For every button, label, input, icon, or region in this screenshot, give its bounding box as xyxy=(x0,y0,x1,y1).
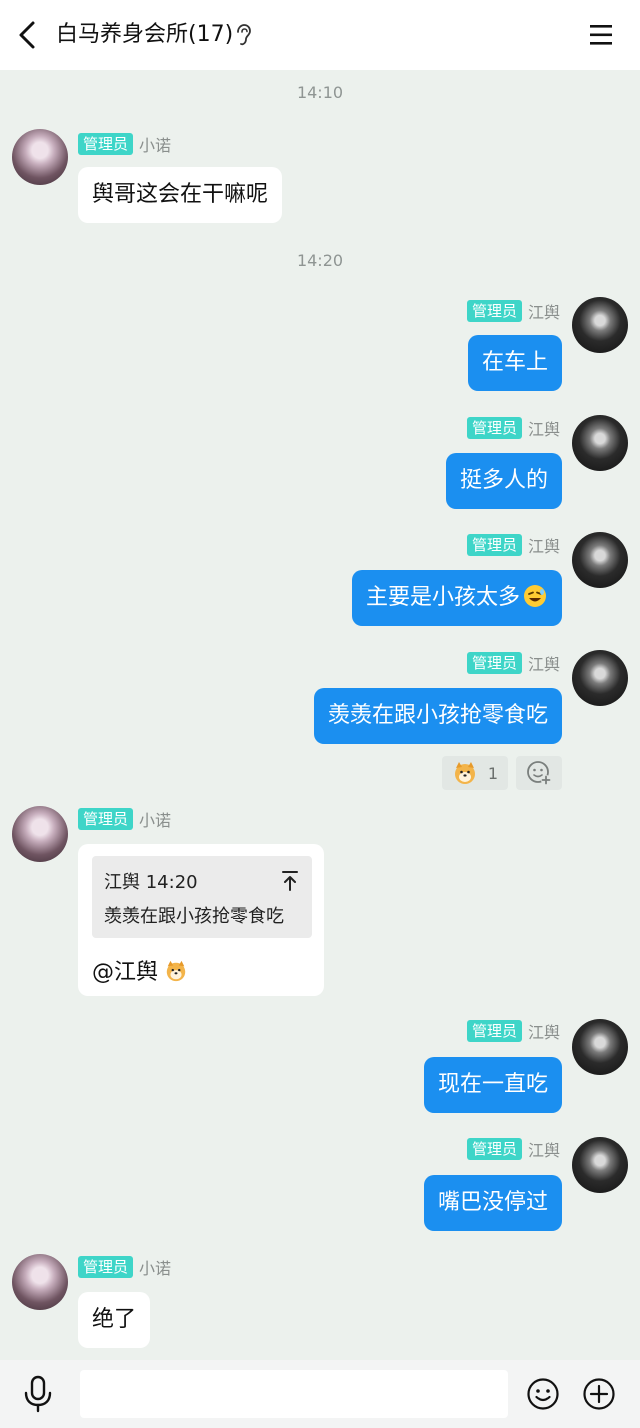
menu-icon[interactable] xyxy=(584,20,618,50)
message-bubble[interactable]: 舆哥这会在干嘛呢 xyxy=(78,167,283,223)
sender-name[interactable]: 江舆 xyxy=(528,1019,560,1043)
admin-badge: 管理员 xyxy=(466,652,522,674)
input-bar xyxy=(0,1360,640,1428)
avatar[interactable] xyxy=(572,650,628,706)
reaction-chip[interactable]: 1 xyxy=(441,756,508,790)
sender-info: 管理员 江舆 xyxy=(466,1137,560,1161)
sender-info: 管理员 小诺 xyxy=(78,807,171,831)
avatar[interactable] xyxy=(12,1254,68,1310)
avatar[interactable] xyxy=(572,1137,628,1193)
plus-icon[interactable] xyxy=(582,1377,616,1411)
sender-name[interactable]: 小诺 xyxy=(139,807,171,831)
sender-name[interactable]: 小诺 xyxy=(139,1255,171,1279)
microphone-icon[interactable] xyxy=(20,1374,56,1414)
message-bubble[interactable]: 在车上 xyxy=(467,335,562,391)
admin-badge: 管理员 xyxy=(78,1256,134,1278)
ear-icon xyxy=(237,24,251,46)
mention-text: @江舆 xyxy=(92,960,159,985)
chat-header: 白马养身会所(17) xyxy=(0,0,640,70)
add-reaction-button[interactable] xyxy=(516,756,562,790)
jump-to-quote-icon[interactable] xyxy=(280,868,300,892)
chevron-left-icon xyxy=(19,21,35,49)
message-bubble[interactable]: 绝了 xyxy=(78,1292,151,1348)
message-bubble[interactable]: 挺多人的 xyxy=(445,453,562,509)
sender-name[interactable]: 江舆 xyxy=(528,299,560,323)
admin-badge: 管理员 xyxy=(466,1020,522,1042)
avatar[interactable] xyxy=(572,532,628,588)
admin-badge: 管理员 xyxy=(466,1138,522,1160)
quote-text: 羡羡在跟小孩抢零食吃 xyxy=(104,906,284,927)
sender-name[interactable]: 江舆 xyxy=(528,651,560,675)
admin-badge: 管理员 xyxy=(78,808,134,830)
emoji-icon[interactable] xyxy=(526,1377,560,1411)
message-bubble[interactable]: 嘴巴没停过 xyxy=(423,1175,562,1231)
doge-icon xyxy=(166,960,186,982)
sender-info: 管理员 江舆 xyxy=(466,1019,560,1043)
sender-info: 管理员 江舆 xyxy=(466,533,560,557)
admin-badge: 管理员 xyxy=(78,133,134,155)
quoted-message[interactable]: 江舆 14:20 羡羡在跟小孩抢零食吃 xyxy=(92,856,312,938)
sender-info: 管理员 江舆 xyxy=(466,299,560,323)
reply-message-bubble[interactable]: 江舆 14:20 羡羡在跟小孩抢零食吃 @江舆 xyxy=(78,844,324,996)
message-text: 主要是小孩太多 xyxy=(365,585,520,610)
admin-badge: 管理员 xyxy=(466,417,522,439)
message-input[interactable] xyxy=(80,1370,508,1418)
quote-header: 江舆 14:20 xyxy=(104,872,198,893)
message-bubble[interactable]: 羡羡在跟小孩抢零食吃 xyxy=(313,688,562,744)
sender-info: 管理员 小诺 xyxy=(78,132,171,156)
sender-name[interactable]: 小诺 xyxy=(139,132,171,156)
avatar[interactable] xyxy=(12,806,68,862)
sender-info: 管理员 小诺 xyxy=(78,1255,171,1279)
sender-name[interactable]: 江舆 xyxy=(528,1137,560,1161)
add-reaction-icon xyxy=(527,761,551,785)
chat-title[interactable]: 白马养身会所(17) xyxy=(56,20,233,50)
sender-info: 管理员 江舆 xyxy=(466,416,560,440)
sender-name[interactable]: 江舆 xyxy=(528,416,560,440)
admin-badge: 管理员 xyxy=(466,534,522,556)
reply-text: @江舆 xyxy=(92,954,188,986)
avatar[interactable] xyxy=(572,1019,628,1075)
timestamp: 14:20 xyxy=(296,251,344,270)
sender-info: 管理员 江舆 xyxy=(466,651,560,675)
back-button[interactable] xyxy=(12,18,42,52)
avatar[interactable] xyxy=(572,415,628,471)
laughing-face-icon xyxy=(524,585,546,607)
reaction-bar: 1 xyxy=(441,756,562,792)
admin-badge: 管理员 xyxy=(466,300,522,322)
reaction-count: 1 xyxy=(487,763,498,783)
message-bubble[interactable]: 现在一直吃 xyxy=(423,1057,562,1113)
avatar[interactable] xyxy=(12,129,68,185)
avatar[interactable] xyxy=(572,297,628,353)
sender-name[interactable]: 江舆 xyxy=(528,533,560,557)
timestamp: 14:10 xyxy=(296,83,344,102)
doge-icon xyxy=(454,762,475,784)
message-bubble[interactable]: 主要是小孩太多 xyxy=(351,570,562,626)
